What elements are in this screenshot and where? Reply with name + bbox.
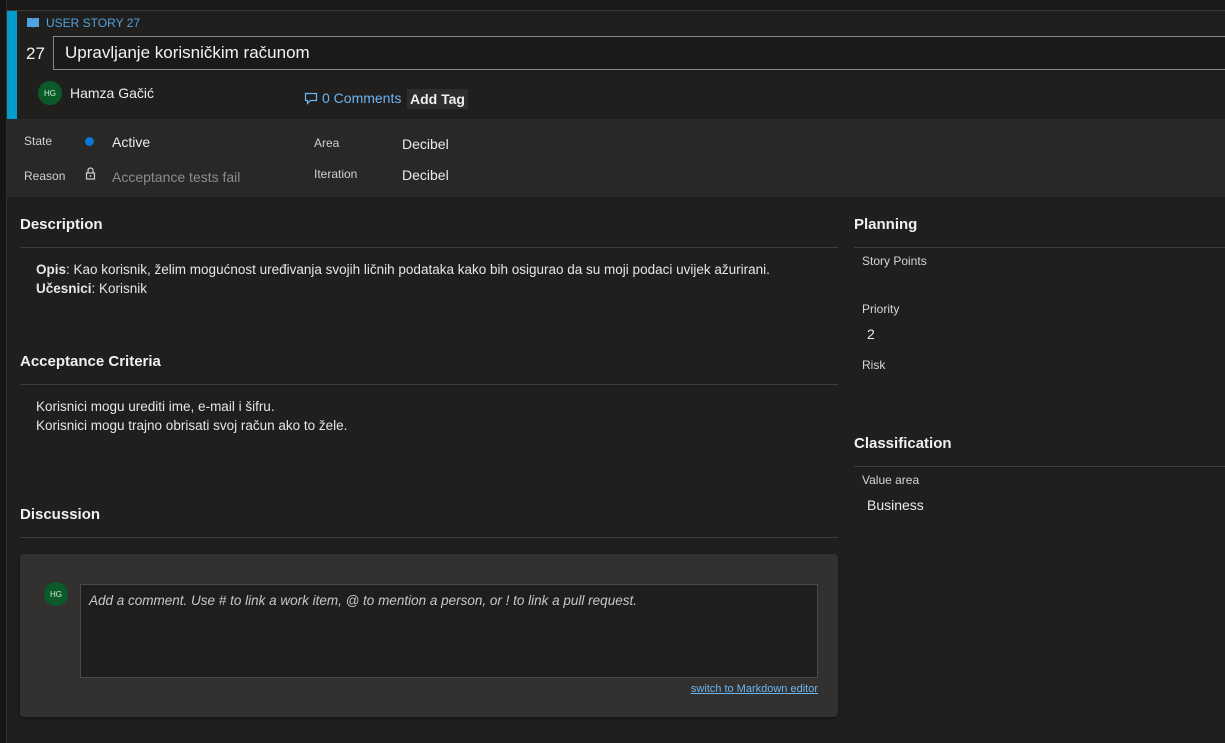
opis-label: Opis [36,262,67,277]
acceptance-line-2: Korisnici mogu trajno obrisati svoj raču… [36,418,348,433]
value-area-label: Value area [862,473,920,487]
work-item-type-label: USER STORY 27 [46,16,141,30]
ucesnici-label: Učesnici [36,281,92,296]
planning-title: Planning [854,216,918,233]
priority-field[interactable]: 2 [867,326,875,342]
story-points-label: Story Points [862,254,927,268]
work-item-id: 27 [26,44,45,63]
ucesnici-text: : Korisnik [91,281,148,296]
title-input[interactable] [53,36,1225,70]
lock-icon [85,167,96,180]
switch-markdown-link[interactable]: switch to Markdown editor [691,683,818,695]
acceptance-criteria-body[interactable]: Korisnici mogu urediti ime, e-mail i šif… [36,397,826,435]
assignee-name: Hamza Gačić [70,85,155,101]
comment-input[interactable] [80,584,818,678]
top-bar [0,0,1225,11]
state-label: State [24,134,53,148]
comment-icon [304,92,318,105]
acceptance-criteria-title: Acceptance Criteria [20,353,161,370]
work-item-type-color-bar [7,11,17,119]
reason-value: Acceptance tests fail [112,169,241,185]
work-item-type: USER STORY 27 [26,16,140,30]
book-icon [27,18,39,28]
discussion-divider [20,537,838,538]
state-value[interactable]: Active [112,134,150,150]
iteration-label: Iteration [314,167,358,181]
classification-title: Classification [854,435,952,452]
left-gutter [0,0,7,743]
acceptance-divider [20,384,838,385]
avatar: HG [44,582,68,606]
description-divider [20,247,838,248]
value-area-field[interactable]: Business [867,497,924,513]
planning-divider [854,247,1225,248]
discussion-title: Discussion [20,506,101,523]
description-title: Description [20,216,103,233]
area-value[interactable]: Decibel [402,136,449,152]
add-tag-button[interactable]: Add Tag [407,89,468,109]
classification-divider [854,466,1225,467]
risk-label: Risk [862,358,886,372]
fields-panel [7,119,1225,197]
assigned-to[interactable]: HG Hamza Gačić [38,81,154,105]
comments-link[interactable]: 0 Comments [304,90,401,106]
iteration-value[interactable]: Decibel [402,167,449,183]
opis-text: : Kao korisnik, želim mogućnost uređivan… [66,262,770,277]
comments-count: 0 Comments [322,90,402,106]
avatar: HG [38,81,62,105]
acceptance-line-1: Korisnici mogu urediti ime, e-mail i šif… [36,399,275,414]
state-indicator-icon [85,137,94,146]
priority-label: Priority [862,302,900,316]
description-body[interactable]: Opis: Kao korisnik, želim mogućnost uređ… [36,260,826,298]
area-label: Area [314,136,340,150]
reason-label: Reason [24,169,66,183]
